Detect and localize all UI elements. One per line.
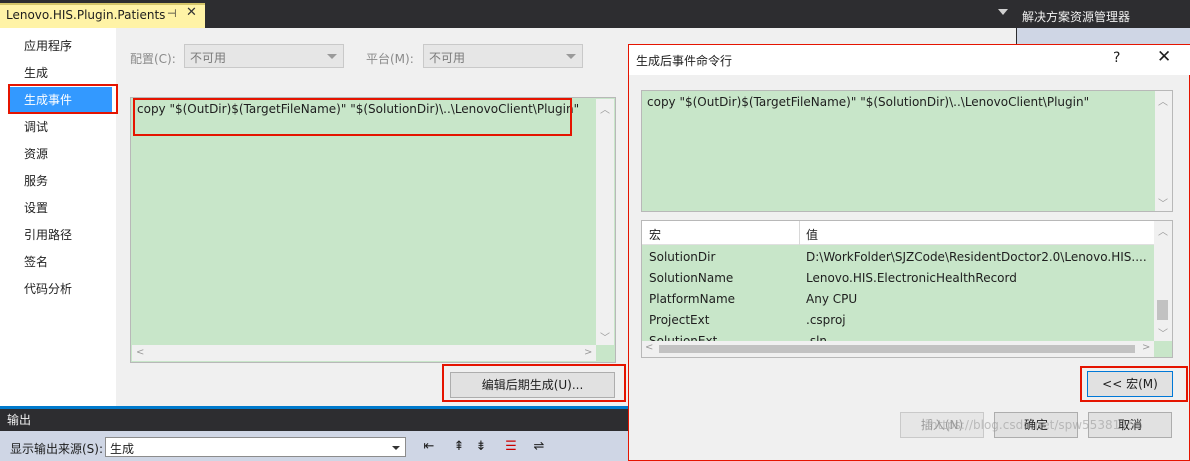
platform-select-value: 不可用 xyxy=(429,51,466,65)
nav-item-build-events[interactable]: 生成事件 xyxy=(8,87,112,113)
nav-item-build[interactable]: 生成 xyxy=(8,60,112,86)
scrollbar-thumb[interactable] xyxy=(1157,300,1168,320)
chevron-right-icon[interactable]: > xyxy=(584,347,592,358)
pin-icon[interactable]: ⊣ xyxy=(167,7,177,20)
close-icon[interactable]: ✕ xyxy=(186,5,197,20)
chevron-up-icon[interactable]: ︿ xyxy=(600,101,610,116)
chevron-left-icon[interactable]: < xyxy=(645,342,653,353)
table-row-value[interactable]: .csproj xyxy=(806,313,846,327)
macros-toggle-button[interactable]: << 宏(M) xyxy=(1087,371,1173,397)
column-header-macro[interactable]: 宏 xyxy=(649,226,661,243)
nav-item-debug[interactable]: 调试 xyxy=(8,114,112,140)
properties-side-nav: 应用程序 生成 生成事件 调试 资源 服务 设置 引用路径 签名 代码分析 xyxy=(0,28,116,406)
nav-item-application[interactable]: 应用程序 xyxy=(8,33,112,59)
chevron-down-icon[interactable]: ﹀ xyxy=(1158,325,1168,340)
nav-item-code-analysis[interactable]: 代码分析 xyxy=(8,276,112,302)
platform-label: 平台(M): xyxy=(366,52,414,66)
table-row-value[interactable]: Any CPU xyxy=(806,292,857,306)
horizontal-scrollbar[interactable]: < > xyxy=(132,345,596,361)
close-icon[interactable]: ✕ xyxy=(1157,47,1171,67)
chevron-left-icon[interactable]: < xyxy=(136,347,144,358)
platform-select[interactable]: 不可用 xyxy=(423,44,583,68)
post-build-command-textarea[interactable] xyxy=(130,97,616,363)
table-row-name[interactable]: ProjectExt xyxy=(649,313,709,327)
chevron-down-icon[interactable] xyxy=(998,9,1008,15)
solution-explorer-title: 解决方案资源管理器 xyxy=(1017,5,1190,27)
clear-all-icon[interactable]: ☰ xyxy=(502,438,520,456)
table-row-name[interactable]: SolutionExt xyxy=(649,334,717,341)
chevron-down-icon[interactable]: ﹀ xyxy=(600,329,610,344)
document-tab-title: Lenovo.HIS.Plugin.Patients xyxy=(6,8,166,22)
chevron-down-icon xyxy=(392,446,400,450)
scrollbar-thumb[interactable] xyxy=(659,345,1135,353)
edit-post-build-button[interactable]: 编辑后期生成(U)... xyxy=(450,372,615,398)
watermark: https://blog.csdn.net/spw55381155 xyxy=(930,418,1144,432)
table-row-value[interactable]: .sln xyxy=(806,334,827,341)
table-row-value[interactable]: Lenovo.HIS.ElectronicHealthRecord xyxy=(806,271,1017,285)
nav-item-services[interactable]: 服务 xyxy=(8,168,112,194)
help-icon[interactable]: ? xyxy=(1113,50,1120,66)
dialog-title: 生成后事件命令行 xyxy=(636,54,733,68)
column-divider[interactable] xyxy=(799,221,800,245)
config-select-value: 不可用 xyxy=(190,51,227,65)
nav-item-reference-paths[interactable]: 引用路径 xyxy=(8,222,112,248)
vertical-scrollbar[interactable]: ︿ ﹀ xyxy=(1155,91,1172,211)
config-label: 配置(C): xyxy=(130,52,176,66)
table-row-value[interactable]: D:\WorkFolder\SJZCode\ResidentDoctor2.0\… xyxy=(806,250,1147,264)
vertical-scrollbar[interactable]: ︿ ﹀ xyxy=(596,99,614,345)
post-build-command-text: copy "$(OutDir)$(TargetFileName)" "$(Sol… xyxy=(137,102,580,116)
output-source-label: 显示输出来源(S): xyxy=(10,442,104,456)
nav-item-signing[interactable]: 签名 xyxy=(8,249,112,275)
macro-table-header xyxy=(642,221,1154,245)
go-to-message-icon[interactable]: ⇤ xyxy=(420,438,438,456)
nav-item-settings[interactable]: 设置 xyxy=(8,195,112,221)
next-message-icon[interactable]: ⇟ xyxy=(472,438,490,456)
chevron-down-icon[interactable]: ﹀ xyxy=(1158,195,1168,210)
vertical-scrollbar[interactable]: ︿ ﹀ xyxy=(1154,221,1172,341)
table-row-name[interactable]: SolutionDir xyxy=(649,250,715,264)
chevron-up-icon[interactable]: ︿ xyxy=(1158,223,1168,238)
chevron-down-icon xyxy=(566,54,576,59)
output-source-select[interactable]: 生成 xyxy=(105,437,406,457)
word-wrap-icon[interactable]: ⇌ xyxy=(530,438,548,456)
chevron-down-icon xyxy=(327,54,337,59)
chevron-up-icon[interactable]: ︿ xyxy=(1158,93,1168,108)
output-source-value: 生成 xyxy=(110,442,135,456)
dialog-command-text: copy "$(OutDir)$(TargetFileName)" "$(Sol… xyxy=(647,95,1090,109)
config-select[interactable]: 不可用 xyxy=(184,44,344,68)
table-row-name[interactable]: PlatformName xyxy=(649,292,735,306)
chevron-right-icon[interactable]: > xyxy=(1142,342,1150,353)
nav-item-resources[interactable]: 资源 xyxy=(8,141,112,167)
column-header-value[interactable]: 值 xyxy=(806,226,818,243)
table-row-name[interactable]: SolutionName xyxy=(649,271,733,285)
previous-message-icon[interactable]: ⇞ xyxy=(450,438,468,456)
